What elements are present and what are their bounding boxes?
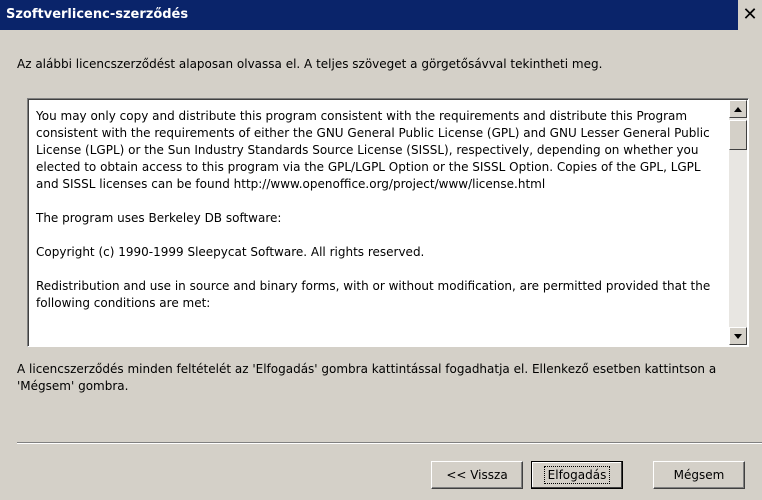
cancel-button[interactable]: Mégsem: [653, 461, 745, 489]
accept-button[interactable]: Elfogadás: [531, 461, 623, 489]
window-title: Szoftverlicenc-szerződés: [6, 7, 189, 22]
back-button[interactable]: << Vissza: [431, 461, 523, 489]
license-paragraph: The program uses Berkeley DB software:: [36, 211, 282, 225]
scroll-up-button[interactable]: [729, 100, 747, 118]
license-text-box[interactable]: You may only copy and distribute this pr…: [27, 98, 749, 347]
close-icon: ✕: [742, 4, 758, 25]
intro-text: Az alábbi licencszerződést alaposan olva…: [17, 57, 603, 71]
scroll-down-button[interactable]: [729, 327, 747, 345]
arrow-up-icon: [734, 106, 742, 112]
license-paragraph: Redistribution and use in source and bin…: [36, 279, 711, 310]
license-paragraph: Copyright (c) 1990-1999 Sleepycat Softwa…: [36, 245, 425, 259]
license-paragraph: You may only copy and distribute this pr…: [36, 109, 710, 191]
cancel-button-label: Mégsem: [673, 468, 725, 482]
back-button-label: << Vissza: [446, 468, 508, 482]
vertical-scrollbar[interactable]: [729, 100, 747, 345]
title-bar: Szoftverlicenc-szerződés ✕: [0, 0, 762, 30]
close-button[interactable]: ✕: [738, 0, 762, 30]
arrow-down-icon: [734, 333, 742, 339]
license-content: You may only copy and distribute this pr…: [36, 108, 716, 329]
separator-line: [17, 442, 762, 444]
scroll-thumb[interactable]: [729, 120, 747, 150]
accept-button-label: Elfogadás: [543, 466, 611, 484]
accept-instructions: A licencszerződés minden feltételét az '…: [17, 362, 717, 393]
